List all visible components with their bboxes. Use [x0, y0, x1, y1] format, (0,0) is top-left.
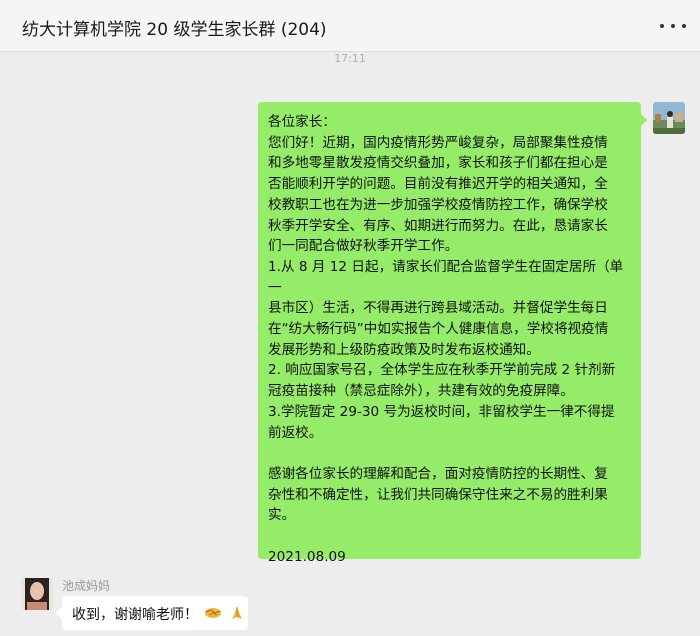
chat-title: 纺大计算机学院 20 级学生家长群 (204) [22, 20, 327, 40]
message-bubble-sent[interactable]: 各位家长： 您们好！近期，国内疫情形势严峻复杂，局部聚集性疫情 和多地零星散发疫情交… [258, 102, 647, 565]
message-line [268, 443, 633, 464]
message-line: 县市区）生活，不得再进行跨县域活动。并督促学生每日 [268, 300, 608, 317]
message-line: 冠疫苗接种（禁忌症除外），共建有效的免疫屏障。 [268, 383, 574, 400]
message-line: 2. 响应国家号召，全体学生应在秋季开学前完成 2 针剂新 [268, 362, 616, 379]
message-line: 您们好！近期，国内疫情形势严峻复杂，局部聚集性疫情 [268, 134, 608, 151]
message-line: 3.学院暂定 29-30 号为返校时间，非留校学生一律不得提 [268, 403, 615, 420]
chat-header: 纺大计算机学院 20 级学生家长群 (204) [0, 0, 700, 52]
message-line: 在“纺大畅行码”中如实报告个人健康信息，学校将视疫情 [268, 321, 609, 338]
message-line: 杂性和不确定性，让我们共同确保守住来之不易的胜利果 [268, 486, 608, 503]
message-line: 秋季开学安全、有序、如期进行而努力。在此，恳请家长 [268, 217, 608, 234]
message-line: 2021.08.09 [268, 548, 346, 565]
dot-icon [682, 24, 686, 28]
sender-avatar[interactable] [21, 578, 53, 610]
message-line: 否能顺利开学的问题。目前没有推迟开学的相关通知，全 [268, 176, 608, 193]
message-line: 各位家长： [268, 114, 336, 130]
message-line [268, 526, 633, 547]
chat-window: 纺大计算机学院 20 级学生家长群 (204) 17:11 各位家长： 您们好！近… [0, 0, 700, 636]
message-line: 们一同配合做好秋季开学工作。 [268, 238, 459, 255]
message-line: 和多地零星散发疫情交织叠加，家长和孩子们都在担心是 [268, 155, 608, 172]
avatar-photo-icon [653, 102, 685, 134]
message-line: 发展形势和上级防疫政策及时发布返校通知。 [268, 341, 540, 358]
avatar-photo-icon [21, 578, 53, 610]
message-timestamp: 17:11 [334, 52, 366, 65]
message-text: 收到，谢谢喻老师！ [72, 607, 198, 623]
message-line: 实。 [268, 507, 296, 524]
sender-name: 池成妈妈 [62, 579, 111, 593]
message-line: 前返校。 [268, 424, 323, 441]
handshake-icon [204, 606, 222, 624]
message-bubble-received[interactable]: 收到，谢谢喻老师！ [56, 596, 248, 630]
folded-hands-icon [229, 605, 245, 625]
self-avatar[interactable] [653, 102, 685, 134]
dot-icon [660, 24, 664, 28]
message-line: 校教职工也在为进一步加强学校疫情防控工作，确保学校 [268, 196, 608, 213]
message-line: 1.从 8 月 12 日起，请家长们配合监督学生在固定居所（单一 [268, 258, 624, 296]
message-line: 感谢各位家长的理解和配合，面对疫情防控的长期性、复 [268, 465, 608, 482]
dot-icon [671, 24, 675, 28]
more-options-button[interactable] [660, 14, 686, 38]
